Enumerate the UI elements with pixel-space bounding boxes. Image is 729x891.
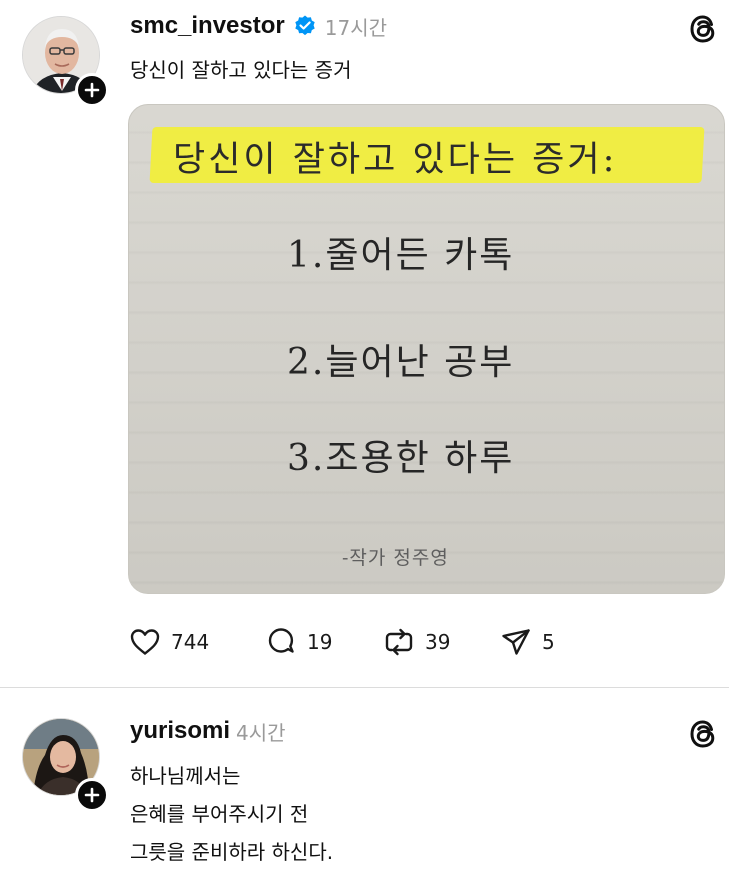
image-author-credit: -작가 정주영 xyxy=(342,547,449,569)
post-text-line: 은혜를 부어주시기 전 xyxy=(130,802,309,826)
timestamp: 17시간 xyxy=(324,15,387,40)
post-text-line: 그릇을 준비하라 하신다. xyxy=(130,840,334,864)
follow-button[interactable] xyxy=(75,73,109,107)
post-divider xyxy=(0,687,729,688)
post-text-line: 하나님께서는 xyxy=(130,764,241,788)
share-button[interactable]: 5 xyxy=(499,622,555,662)
post-image[interactable]: 당신이 잘하고 있다는 증거: 1.줄어든 카톡 2.늘어난 공부 3.조용한 … xyxy=(128,104,725,594)
post-yurisomi: yurisomi 4시간 하나님께서는 은혜를 부어주시기 전 그릇을 준비하라… xyxy=(0,689,729,891)
post-header: yurisomi 4시간 xyxy=(130,715,286,747)
repost-icon xyxy=(385,628,413,656)
threads-logo-icon[interactable] xyxy=(686,12,720,46)
username[interactable]: yurisomi xyxy=(130,717,230,745)
verified-badge-icon xyxy=(293,14,317,38)
repost-button[interactable]: 39 xyxy=(382,622,450,662)
heart-icon xyxy=(130,629,160,655)
repost-count: 39 xyxy=(425,630,451,654)
post-caption: 당신이 잘하고 있다는 증거 xyxy=(130,58,352,82)
like-count: 744 xyxy=(171,630,210,654)
post-actions: 744 19 39 5 xyxy=(128,622,608,662)
reply-button[interactable]: 19 xyxy=(264,622,332,662)
threads-logo-icon[interactable] xyxy=(686,717,720,751)
plus-icon xyxy=(84,82,100,98)
image-list-item: 2.늘어난 공부 xyxy=(287,342,515,383)
post-header: smc_investor 17시간 xyxy=(130,10,387,42)
follow-button[interactable] xyxy=(75,778,109,812)
post-body: 하나님께서는 은혜를 부어주시기 전 그릇을 준비하라 하신다. xyxy=(130,757,333,871)
paper-plane-icon xyxy=(502,629,530,655)
plus-icon xyxy=(84,787,100,803)
speech-bubble-icon xyxy=(268,628,294,653)
reply-count: 19 xyxy=(307,630,333,654)
post-smc-investor: smc_investor 17시간 당신이 잘하고 있다는 증거 당신이 잘하고… xyxy=(0,0,729,688)
like-button[interactable]: 744 xyxy=(128,622,209,662)
image-list-item: 3.조용한 하루 xyxy=(287,438,515,479)
username[interactable]: smc_investor xyxy=(130,12,285,40)
share-count: 5 xyxy=(542,630,555,654)
image-title-text: 당신이 잘하고 있다는 증거: xyxy=(173,140,618,180)
timestamp: 4시간 xyxy=(236,720,286,745)
image-list-item: 1.줄어든 카톡 xyxy=(287,235,515,276)
